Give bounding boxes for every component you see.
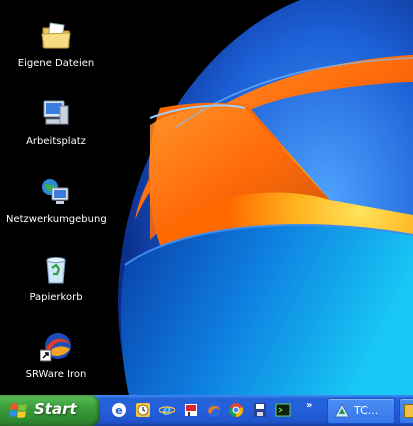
internet-explorer-icon[interactable]: e <box>158 402 176 419</box>
svg-text:e: e <box>163 403 172 418</box>
taskbar-task-button[interactable]: TC... <box>327 398 395 424</box>
taskbar: Start e e » TC... <box>0 395 413 426</box>
network-places-icon <box>40 176 72 208</box>
outlook-express-icon[interactable]: e <box>111 402 127 418</box>
taskbar-task-label: TC... <box>354 404 379 417</box>
desktop-icon-recycle-bin[interactable]: Papierkorb <box>6 254 106 303</box>
windows-logo-icon <box>9 402 28 423</box>
taskbar-task-button-partial[interactable] <box>399 398 413 424</box>
start-label: Start <box>34 400 77 418</box>
browser-shortcut-icon <box>39 331 72 363</box>
desktop-icon-srware-iron[interactable]: SRWare Iron <box>6 331 106 380</box>
desktop-icon-my-computer[interactable]: Arbeitsplatz <box>6 98 106 147</box>
desktop-icon-label: Arbeitsplatz <box>26 136 86 147</box>
quick-launch-overflow-arrow[interactable]: » <box>306 400 312 411</box>
app-icon[interactable] <box>183 402 199 418</box>
recycle-bin-icon <box>40 254 72 286</box>
desktop-icon-label: Netzwerkumgebung <box>6 214 107 225</box>
folder-documents-icon <box>40 20 72 52</box>
start-button[interactable]: Start <box>0 395 100 426</box>
desktop-icon-network[interactable]: Netzwerkumgebung <box>6 176 107 225</box>
chrome-icon[interactable] <box>228 402 244 418</box>
task-app-icon <box>334 402 350 423</box>
desktop-icon-my-documents[interactable]: Eigene Dateien <box>6 20 106 69</box>
svg-text:e: e <box>115 404 122 417</box>
terminal-icon[interactable] <box>275 402 291 418</box>
desktop-icon-label: SRWare Iron <box>25 369 87 380</box>
floppy-save-icon[interactable] <box>252 402 268 418</box>
desktop-icon-label: Papierkorb <box>29 292 83 303</box>
my-computer-icon <box>40 98 72 130</box>
task-app-icon <box>404 404 413 418</box>
firefox-icon[interactable] <box>206 402 222 418</box>
desktop-icon-label: Eigene Dateien <box>17 58 95 69</box>
clock-icon[interactable] <box>135 402 151 418</box>
